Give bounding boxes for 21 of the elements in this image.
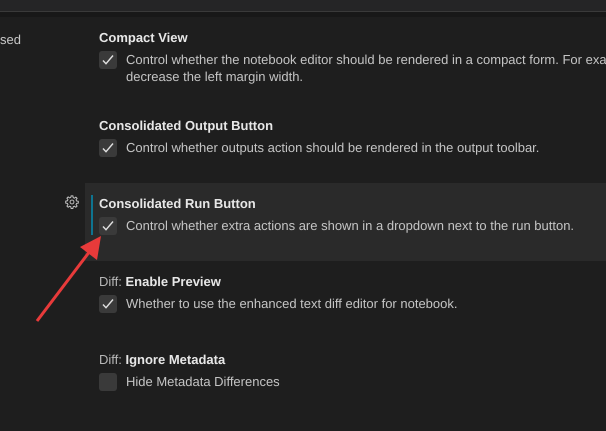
setting-title: Diff: Enable Preview: [99, 273, 222, 291]
check-icon: [101, 219, 115, 233]
check-icon: [101, 53, 115, 67]
setting-description: decrease the left margin width.: [126, 68, 304, 85]
setting-title: Compact View: [99, 29, 189, 47]
checkbox[interactable]: [99, 295, 117, 313]
checkbox[interactable]: [99, 217, 117, 235]
setting-description: Control whether outputs action should be rendered in the output toolbar.: [126, 139, 540, 156]
setting-description: Whether to use the enhanced text diff editor for notebook.: [126, 295, 458, 312]
setting-description: Hide Metadata Differences: [126, 373, 280, 390]
checkbox[interactable]: [99, 51, 117, 69]
setting-title: Consolidated Run Button: [99, 195, 257, 213]
setting-title: Consolidated Output Button: [99, 117, 274, 135]
checkbox[interactable]: [99, 139, 117, 157]
checkbox[interactable]: [99, 373, 117, 391]
setting-title: Diff: Ignore Metadata: [99, 351, 226, 369]
setting-description: Control whether extra actions are shown in a dropdown next to the run button.: [126, 217, 574, 234]
settings-icon[interactable]: [65, 195, 79, 209]
check-icon: [101, 141, 115, 155]
sidebar-text[interactable]: sed: [0, 31, 85, 49]
check-icon: [101, 297, 115, 311]
